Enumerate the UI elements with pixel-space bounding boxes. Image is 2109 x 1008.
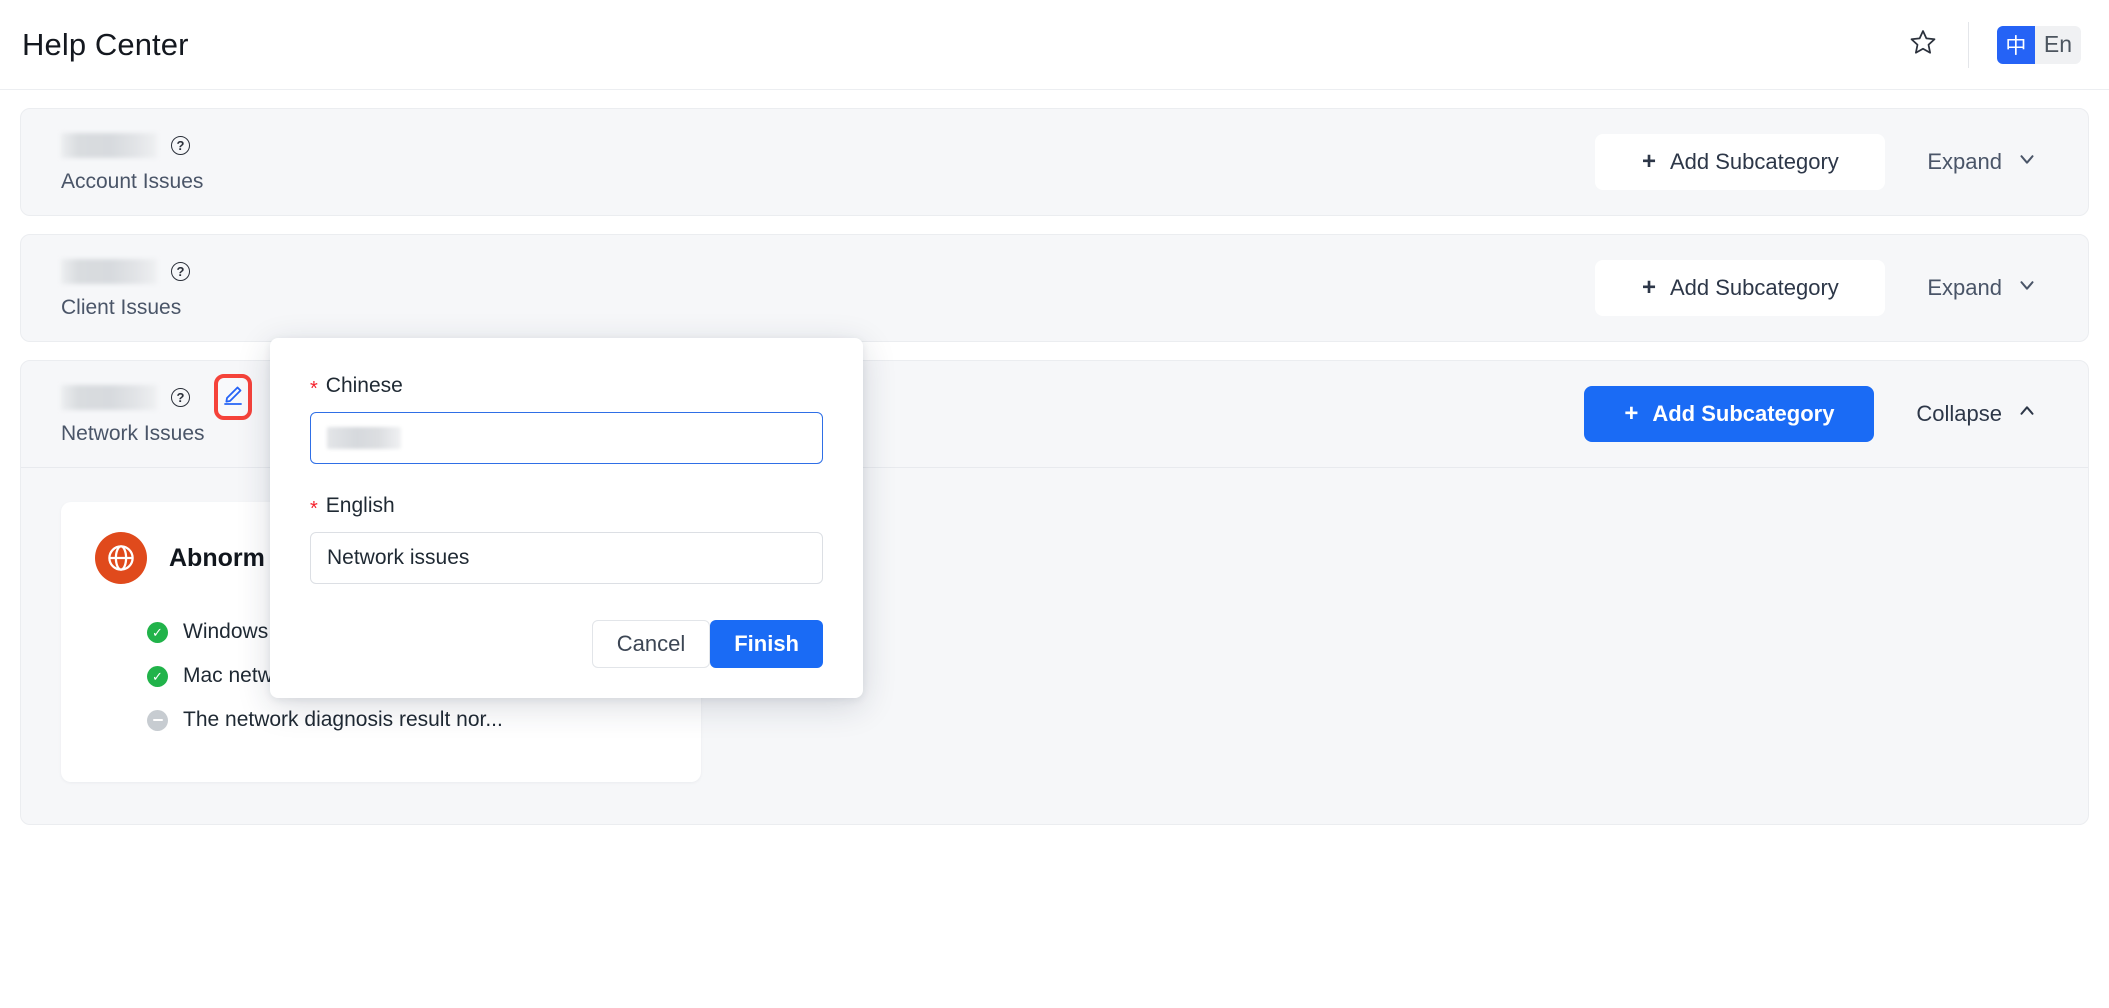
add-subcategory-label: Add Subcategory: [1652, 401, 1835, 426]
chevron-up-icon: [2016, 400, 2038, 428]
dialog-actions: Cancel Finish: [310, 620, 823, 668]
plus-icon: +: [1641, 148, 1656, 175]
required-asterisk: *: [310, 378, 318, 400]
app-header: Help Center 中 En: [0, 0, 2109, 90]
category-names: ? Network Issues: [61, 374, 252, 446]
chinese-name-redacted: [61, 258, 157, 284]
category-chinese-row: ?: [61, 130, 203, 160]
category-english-name: Network Issues: [61, 422, 205, 445]
expand-toggle-label: Expand: [1927, 275, 2002, 300]
expand-toggle[interactable]: Expand: [1927, 274, 2038, 302]
language-option-chinese[interactable]: 中: [1996, 25, 2035, 64]
category-chinese-row: ?: [61, 374, 252, 420]
category-actions: + Add Subcategory Collapse: [1584, 386, 2048, 442]
question-circle-icon[interactable]: ?: [171, 261, 190, 281]
check-circle-icon: ✓: [147, 665, 168, 687]
category-header: ? Client Issues + Add Subcategory Expand: [21, 235, 2088, 341]
category-english-name: Account Issues: [61, 170, 204, 193]
category-actions: + Add Subcategory Expand: [1595, 260, 2048, 316]
category-english-name: Client Issues: [61, 296, 182, 319]
category-chinese-row: ?: [61, 256, 190, 286]
chinese-label-text: Chinese: [325, 374, 403, 397]
check-circle-icon: ✓: [147, 621, 168, 643]
page-title: Help Center: [22, 26, 189, 62]
add-subcategory-label: Add Subcategory: [1669, 275, 1839, 300]
star-icon: [1908, 27, 1938, 62]
chinese-field-label: * Chinese: [310, 374, 823, 400]
subcategory-title: Abnorm: [169, 543, 265, 572]
cancel-button[interactable]: Cancel: [591, 620, 711, 668]
collapse-toggle-label: Collapse: [1916, 401, 2002, 426]
collapse-toggle[interactable]: Collapse: [1916, 400, 2038, 428]
english-field-label: * English: [310, 494, 823, 520]
list-item-label: The network diagnosis result nor...: [183, 708, 503, 731]
minus-circle-icon: [147, 709, 168, 731]
category-header: ? Account Issues + Add Subcategory Expan…: [21, 109, 2088, 215]
pencil-edit-icon: [221, 383, 245, 412]
edit-category-dialog: * Chinese * English Network issues Cance…: [270, 338, 863, 698]
globe-icon: [95, 532, 147, 584]
add-subcategory-button[interactable]: + Add Subcategory: [1595, 134, 1886, 190]
chevron-down-icon: [2016, 274, 2038, 302]
finish-button[interactable]: Finish: [710, 620, 823, 668]
list-item[interactable]: The network diagnosis result nor...: [147, 698, 667, 742]
plus-icon: +: [1641, 274, 1656, 301]
language-option-english[interactable]: En: [2034, 25, 2081, 64]
question-circle-icon[interactable]: ?: [171, 135, 190, 155]
category-actions: + Add Subcategory Expand: [1595, 134, 2048, 190]
add-subcategory-button[interactable]: + Add Subcategory: [1584, 386, 1875, 442]
chevron-down-icon: [2016, 148, 2038, 176]
category-card-client-issues: ? Client Issues + Add Subcategory Expand: [20, 234, 2089, 342]
category-names: ? Client Issues: [61, 256, 190, 320]
chinese-name-redacted: [61, 132, 157, 158]
header-actions: 中 En: [1900, 0, 2081, 89]
required-asterisk: *: [310, 498, 318, 520]
chinese-name-input[interactable]: [310, 412, 823, 464]
expand-toggle-label: Expand: [1927, 149, 2002, 174]
plus-icon: +: [1624, 400, 1639, 427]
header-divider: [1967, 21, 1969, 68]
expand-toggle[interactable]: Expand: [1927, 148, 2038, 176]
english-name-input[interactable]: Network issues: [310, 532, 823, 584]
category-names: ? Account Issues: [61, 130, 203, 194]
chinese-name-redacted: [61, 384, 157, 410]
add-subcategory-label: Add Subcategory: [1669, 149, 1839, 174]
question-circle-icon[interactable]: ?: [171, 387, 190, 407]
english-label-text: English: [325, 494, 395, 517]
chinese-value-redacted: [327, 427, 401, 449]
field-spacer: [310, 464, 823, 494]
language-toggle[interactable]: 中 En: [1996, 25, 2081, 64]
add-subcategory-button[interactable]: + Add Subcategory: [1595, 260, 1886, 316]
favorite-star-button[interactable]: [1900, 22, 1946, 68]
edit-category-button[interactable]: [214, 374, 252, 420]
category-card-account-issues: ? Account Issues + Add Subcategory Expan…: [20, 108, 2089, 216]
